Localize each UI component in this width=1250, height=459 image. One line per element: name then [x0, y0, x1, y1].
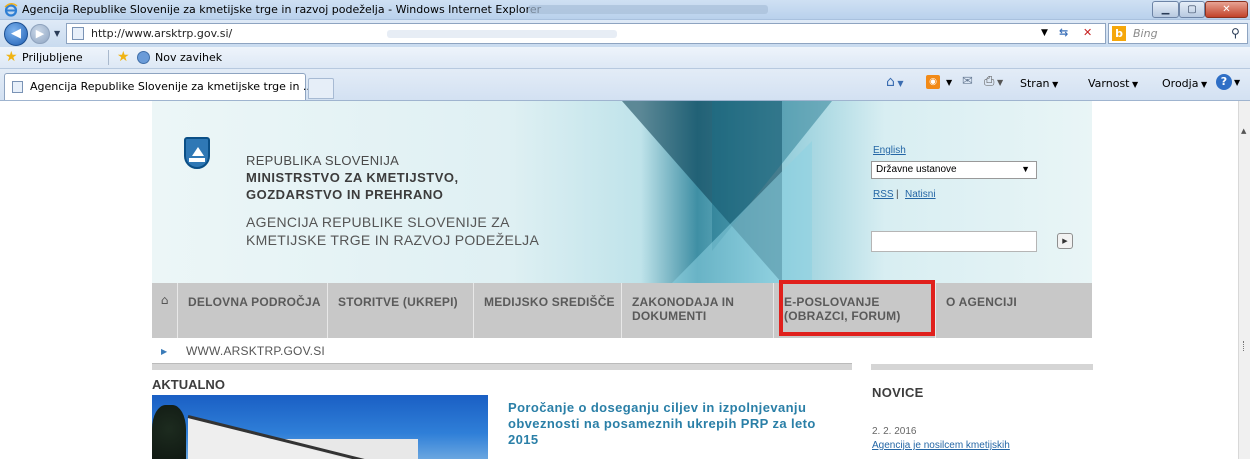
home-icon[interactable]: ⌂ ▼ [886, 74, 904, 90]
ie-logo-icon [4, 3, 18, 17]
nav-medijsko-sredisce[interactable]: MEDIJSKO SREDIŠČE [474, 283, 622, 338]
help-icon[interactable]: ? [1216, 74, 1232, 90]
blurred-region [387, 30, 617, 38]
back-button[interactable]: ◀ [4, 22, 28, 46]
maximize-button[interactable]: ▢ [1179, 1, 1205, 18]
page-icon [12, 81, 23, 93]
section-heading-aktualno: AKTUALNO [152, 377, 225, 392]
address-bar-row: ◀ ▶ ▼ http://www.arsktrp.gov.si/ ▼ ⇆ ✕ b… [0, 20, 1250, 47]
org-name-line[interactable]: REPUBLIKA SLOVENIJA [246, 153, 399, 168]
agency-name-line[interactable]: KMETIJSKE TRGE IN RAZVOJ PODEŽELJA [246, 232, 539, 248]
safety-menu[interactable]: Varnost ▼ [1088, 77, 1138, 90]
blurred-region [528, 5, 768, 14]
tools-menu[interactable]: Orodja ▼ [1162, 77, 1207, 90]
home-nav-icon[interactable]: ⌂ [152, 283, 178, 338]
news-headline-link[interactable]: Poročanje o doseganju ciljev in izpolnje… [508, 400, 848, 448]
help-dropdown[interactable]: ▼ [1234, 78, 1240, 87]
main-navigation: ⌂ DELOVNA PODROČJA STORITVE (UKREPI) MED… [152, 283, 1092, 338]
address-field[interactable]: http://www.arsktrp.gov.si/ ▼ ⇆ ✕ [66, 23, 1106, 44]
divider [871, 364, 1093, 370]
arrow-right-icon: ▶ [1062, 237, 1068, 245]
refresh-icon[interactable]: ⇆ [1059, 26, 1068, 39]
window-titlebar: Agencija Republike Slovenije za kmetijsk… [0, 0, 1250, 20]
tab-active[interactable]: Agencija Republike Slovenije za kmetijsk… [4, 73, 313, 100]
news-photo[interactable] [152, 395, 488, 459]
search-icon[interactable]: ⚲ [1231, 26, 1240, 40]
nav-delovna-podrocja[interactable]: DELOVNA PODROČJA [178, 283, 328, 338]
english-link[interactable]: English [873, 145, 906, 156]
feed-dropdown[interactable]: ▼ [946, 78, 952, 87]
section-heading-novice: NOVICE [872, 385, 924, 400]
nav-storitve[interactable]: STORITVE (UKREPI) [328, 283, 474, 338]
stop-icon[interactable]: ✕ [1083, 26, 1092, 39]
link-separator: | [896, 189, 899, 200]
page-menu[interactable]: Stran ▼ [1020, 77, 1058, 90]
site-search-button[interactable]: ▶ [1057, 233, 1073, 249]
coat-of-arms-icon[interactable] [184, 137, 210, 169]
forward-icon: ▶ [35, 27, 45, 40]
divider [108, 50, 109, 65]
rss-link[interactable]: RSS [873, 189, 894, 200]
new-tab-button[interactable] [308, 78, 334, 99]
tab-bar: Agencija Republike Slovenije za kmetijsk… [0, 69, 1250, 101]
divider [152, 364, 852, 370]
mail-icon[interactable]: ✉ [962, 74, 973, 89]
tools-menu-label: Orodja [1162, 77, 1199, 90]
safety-menu-label: Varnost [1088, 77, 1130, 90]
search-placeholder: Bing [1133, 27, 1158, 40]
nav-o-agenciji[interactable]: O AGENCIJI [936, 283, 1092, 338]
favorites-button[interactable]: Priljubljene [22, 51, 83, 64]
news-item-link[interactable]: Agencija je nosilcem kmetijskih [872, 440, 1010, 451]
institutions-select[interactable]: Državne ustanove ▼ [871, 161, 1037, 179]
highlight-box [779, 280, 935, 336]
breadcrumb-home[interactable]: WWW.ARSKTRP.GOV.SI [186, 344, 325, 358]
close-button[interactable]: ✕ [1205, 1, 1248, 18]
new-tab-link[interactable]: Nov zavihek [155, 51, 222, 64]
institutions-select-value: Državne ustanove [876, 164, 957, 175]
print-icon[interactable]: ⎙ ▼ [984, 74, 1003, 89]
star-icon: ★ [5, 49, 18, 65]
banner-decoration [672, 141, 812, 283]
feed-icon[interactable]: ◉ [926, 75, 940, 89]
favorites-bar: ★ Priljubljene ★ Nov zavihek [0, 47, 1250, 69]
page-menu-label: Stran [1020, 77, 1050, 90]
minimize-button[interactable]: ▁ [1152, 1, 1179, 18]
nav-zakonodaja[interactable]: ZAKONODAJA IN DOKUMENTI [622, 283, 774, 338]
scroll-up-icon[interactable]: ▲ [1241, 127, 1246, 135]
agency-name-line[interactable]: AGENCIJA REPUBLIKE SLOVENIJE ZA [246, 214, 510, 230]
window-title: Agencija Republike Slovenije za kmetijsk… [22, 3, 542, 16]
print-link[interactable]: Natisni [905, 189, 936, 200]
forward-button[interactable]: ▶ [30, 24, 50, 44]
news-date: 2. 2. 2016 [872, 426, 917, 437]
tab-label: Agencija Republike Slovenije za kmetijsk… [30, 80, 314, 93]
site-search-input[interactable] [871, 231, 1037, 252]
scroll-grip[interactable] [1243, 341, 1246, 351]
breadcrumb: ▶ WWW.ARSKTRP.GOV.SI [152, 338, 852, 364]
address-dropdown[interactable]: ▼ [1041, 28, 1048, 38]
page-viewport: REPUBLIKA SLOVENIJA MINISTRSTVO ZA KMETI… [0, 101, 1238, 459]
recent-pages-dropdown[interactable]: ▼ [54, 29, 60, 38]
ministry-name-line[interactable]: GOZDARSTVO IN PREHRANO [246, 187, 443, 202]
photo-tree [152, 405, 186, 459]
page-icon [72, 27, 84, 40]
chevron-down-icon: ▼ [1021, 164, 1030, 174]
address-text[interactable]: http://www.arsktrp.gov.si/ [91, 27, 232, 40]
back-icon: ◀ [11, 26, 21, 41]
add-favorite-icon[interactable]: ★ [117, 49, 130, 65]
ministry-name-line[interactable]: MINISTRSTVO ZA KMETIJSTVO, [246, 170, 459, 185]
web-slice-icon[interactable] [137, 51, 150, 64]
search-input[interactable]: b Bing ⚲ [1108, 23, 1248, 44]
breadcrumb-arrow-icon: ▶ [161, 347, 168, 356]
bing-icon: b [1112, 26, 1126, 41]
vertical-scrollbar[interactable]: ▲ [1238, 101, 1250, 459]
